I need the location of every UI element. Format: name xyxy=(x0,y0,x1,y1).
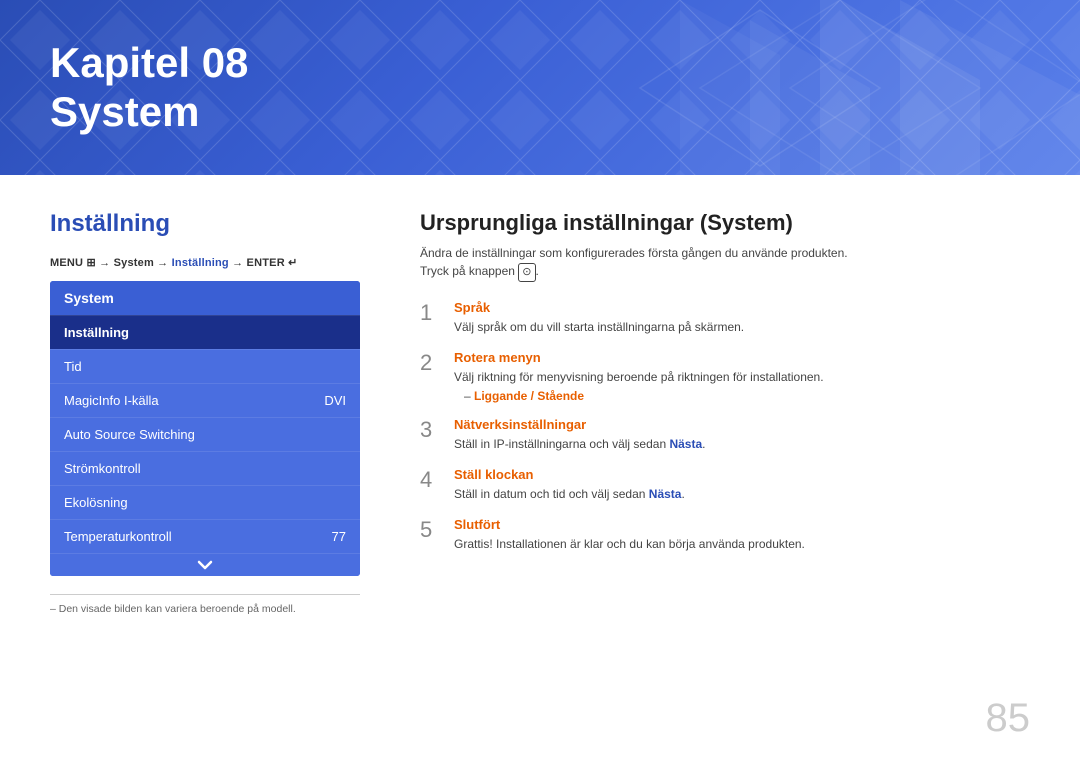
step-heading: Språk xyxy=(454,300,1030,315)
right-subtitle: Ändra de inställningar som konfigurerade… xyxy=(420,244,1030,282)
step-4: 4 Ställ klockan Ställ in datum och tid o… xyxy=(420,467,1030,503)
chevron-down-icon xyxy=(197,560,213,570)
chapter-title: Kapitel 08 System xyxy=(50,39,248,136)
step-2: 2 Rotera menyn Välj riktning för menyvis… xyxy=(420,350,1030,403)
menu-item-ekolösning[interactable]: Ekolösning xyxy=(50,485,360,519)
menu-item-label: Temperaturkontroll xyxy=(64,529,172,544)
step-number: 3 xyxy=(420,417,440,443)
footer-note: – Den visade bilden kan variera beroende… xyxy=(50,594,360,615)
system-menu-header: System xyxy=(50,281,360,315)
menu-item-label: Auto Source Switching xyxy=(64,427,195,442)
menu-item-installning[interactable]: Inställning xyxy=(50,315,360,349)
step-desc: Ställ in datum och tid och välj sedan Nä… xyxy=(454,485,1030,503)
step-sub: Liggande / Stående xyxy=(454,389,1030,403)
right-column-title: Ursprungliga inställningar (System) xyxy=(420,210,1030,236)
menu-item-tid[interactable]: Tid xyxy=(50,349,360,383)
menu-chevron[interactable] xyxy=(50,553,360,576)
menu-item-label: MagicInfo I-källa xyxy=(64,393,159,408)
step-content: Rotera menyn Välj riktning för menyvisni… xyxy=(454,350,1030,403)
step-desc: Välj språk om du vill starta inställning… xyxy=(454,318,1030,336)
menu-item-label: Ekolösning xyxy=(64,495,128,510)
menu-item-temperatur[interactable]: Temperaturkontroll 77 xyxy=(50,519,360,553)
step-number: 4 xyxy=(420,467,440,493)
step-3: 3 Nätverksinställningar Ställ in IP-inst… xyxy=(420,417,1030,453)
step-1: 1 Språk Välj språk om du vill starta ins… xyxy=(420,300,1030,336)
menu-path: MENU ⊞ → System → Inställning → ENTER ↵ xyxy=(50,256,360,269)
steps-list: 1 Språk Välj språk om du vill starta ins… xyxy=(420,300,1030,553)
step-content: Slutfört Grattis! Installationen är klar… xyxy=(454,517,1030,553)
menu-item-label: Inställning xyxy=(64,325,129,340)
main-content: Inställning MENU ⊞ → System → Inställnin… xyxy=(0,175,1080,763)
menu-item-label: Tid xyxy=(64,359,82,374)
step-heading: Slutfört xyxy=(454,517,1030,532)
step-number: 1 xyxy=(420,300,440,326)
system-menu: System Inställning Tid MagicInfo I-källa… xyxy=(50,281,360,576)
page-number: 85 xyxy=(986,696,1031,741)
step-desc: Ställ in IP-inställningarna och välj sed… xyxy=(454,435,1030,453)
menu-item-stromkontroll[interactable]: Strömkontroll xyxy=(50,451,360,485)
step-5: 5 Slutfört Grattis! Installationen är kl… xyxy=(420,517,1030,553)
step-content: Ställ klockan Ställ in datum och tid och… xyxy=(454,467,1030,503)
step-heading: Nätverksinställningar xyxy=(454,417,1030,432)
page-header: Kapitel 08 System xyxy=(0,0,1080,175)
left-column: Inställning MENU ⊞ → System → Inställnin… xyxy=(50,210,360,733)
step-desc: Grattis! Installationen är klar och du k… xyxy=(454,535,1030,553)
step-content: Språk Välj språk om du vill starta instä… xyxy=(454,300,1030,336)
step-number: 2 xyxy=(420,350,440,376)
menu-item-magicinfo[interactable]: MagicInfo I-källa DVI xyxy=(50,383,360,417)
menu-item-value: DVI xyxy=(324,393,346,408)
menu-item-value: 77 xyxy=(332,529,346,544)
step-heading: Ställ klockan xyxy=(454,467,1030,482)
step-number: 5 xyxy=(420,517,440,543)
header-title: Kapitel 08 System xyxy=(50,39,248,136)
step-content: Nätverksinställningar Ställ in IP-instäl… xyxy=(454,417,1030,453)
section-title: Inställning xyxy=(50,210,360,238)
step-heading: Rotera menyn xyxy=(454,350,1030,365)
menu-item-label: Strömkontroll xyxy=(64,461,141,476)
right-column: Ursprungliga inställningar (System) Ändr… xyxy=(420,210,1030,733)
menu-item-auto-source[interactable]: Auto Source Switching xyxy=(50,417,360,451)
step-desc: Välj riktning för menyvisning beroende p… xyxy=(454,368,1030,386)
